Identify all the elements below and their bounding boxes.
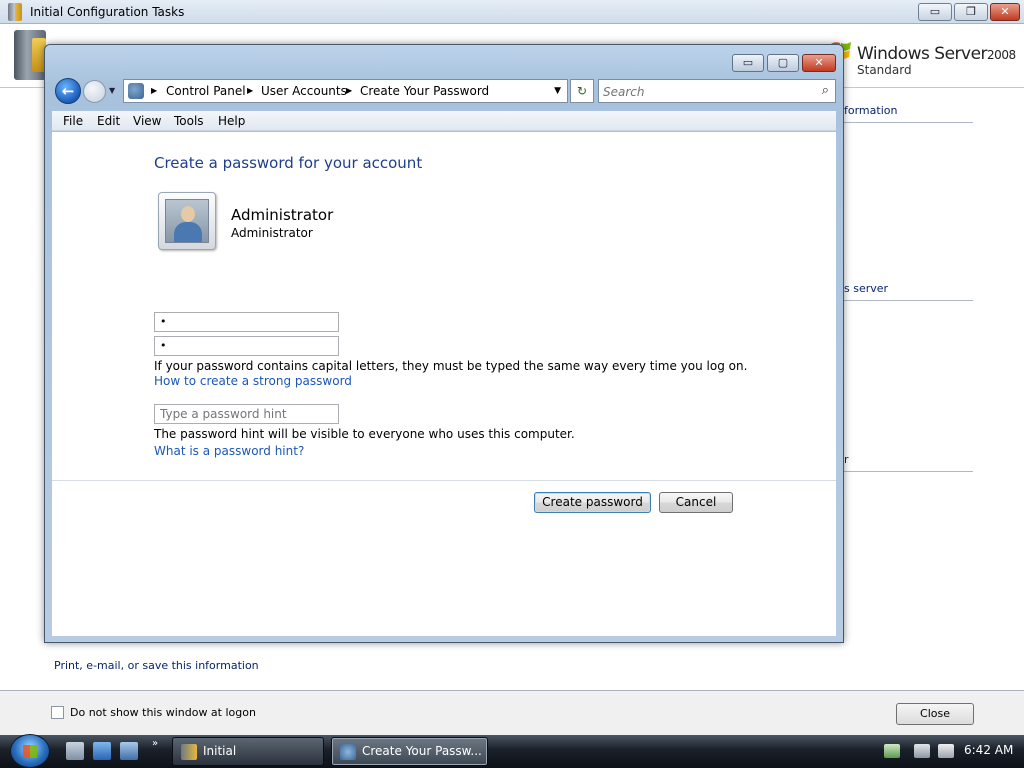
server-tasks-icon: [181, 744, 197, 760]
hint-visibility-note: The password hint will be visible to eve…: [154, 427, 575, 441]
cancel-button[interactable]: Cancel: [659, 492, 733, 513]
print-email-save-link[interactable]: Print, e-mail, or save this information: [54, 659, 259, 672]
menu-edit[interactable]: Edit: [97, 114, 120, 128]
brand-version: 2008: [987, 48, 1016, 62]
server-manager-quicklaunch-icon[interactable]: [66, 742, 84, 760]
background-close-dialog-button[interactable]: Close: [896, 703, 974, 725]
maximize-button[interactable]: ▢: [767, 54, 799, 72]
breadcrumb-separator-icon[interactable]: ▶: [151, 86, 157, 95]
breadcrumb-control-panel[interactable]: Control Panel: [166, 84, 246, 98]
menu-tools[interactable]: Tools: [174, 114, 204, 128]
create-password-button[interactable]: Create password: [534, 492, 651, 513]
avatar-body: [174, 222, 202, 242]
confirm-password-value: •: [160, 339, 167, 352]
taskbar-button-label: Create Your Passw...: [362, 744, 482, 758]
address-bar[interactable]: ▶ Control Panel ▶ User Accounts ▶ Create…: [123, 79, 568, 103]
volume-muted-icon[interactable]: [938, 744, 954, 758]
search-input[interactable]: [603, 84, 803, 100]
minimize-button[interactable]: ▭: [732, 54, 764, 72]
background-section-link-3[interactable]: r: [844, 453, 849, 466]
windows-explorer-icon[interactable]: [120, 742, 138, 760]
refresh-button[interactable]: ↻: [570, 79, 594, 103]
do-not-show-label: Do not show this window at logon: [70, 706, 256, 719]
section-divider: [844, 471, 973, 472]
do-not-show-checkbox[interactable]: [51, 706, 64, 719]
new-password-field[interactable]: •: [154, 312, 339, 332]
taskbar-button-label: Initial Configuratio...: [203, 744, 237, 758]
network-status-icon[interactable]: [884, 744, 900, 758]
user-avatar-icon: [165, 199, 209, 243]
breadcrumb-separator-icon[interactable]: ▶: [346, 86, 352, 95]
capital-letters-note: If your password contains capital letter…: [154, 359, 748, 373]
background-section-link-1[interactable]: formation: [844, 104, 897, 117]
background-minimize-button[interactable]: ▭: [918, 3, 952, 21]
button-divider: [52, 480, 836, 481]
search-icon[interactable]: ⌕: [822, 83, 829, 98]
network-connection-icon[interactable]: [914, 744, 930, 758]
account-type: Administrator: [231, 226, 313, 240]
user-accounts-icon: [128, 83, 144, 99]
menu-view[interactable]: View: [133, 114, 161, 128]
user-picture: [158, 192, 216, 250]
address-dropdown-icon[interactable]: ▼: [554, 86, 561, 96]
start-button[interactable]: [10, 734, 50, 768]
section-divider: [844, 300, 973, 301]
quicklaunch-overflow-icon[interactable]: »: [152, 738, 158, 749]
confirm-password-field[interactable]: •: [154, 336, 339, 356]
system-clock[interactable]: 6:42 AM: [964, 743, 1013, 757]
create-password-window: ▭ ▢ ✕ ← ▼ ▶ Control Panel ▶ User Account…: [44, 44, 844, 643]
back-button[interactable]: ←: [55, 78, 81, 104]
background-title-bar[interactable]: Initial Configuration Tasks ▭ ❐ ✕: [0, 0, 1024, 24]
breadcrumb-user-accounts[interactable]: User Accounts: [261, 84, 347, 98]
server-icon: [14, 30, 46, 80]
close-button[interactable]: ✕: [802, 54, 836, 72]
breadcrumb-create-your-password[interactable]: Create Your Password: [360, 84, 489, 98]
search-box[interactable]: ⌕: [598, 79, 836, 103]
strong-password-link[interactable]: How to create a strong password: [154, 374, 352, 388]
user-accounts-icon: [340, 744, 356, 760]
taskbar-button-initial-configuration[interactable]: Initial Configuratio...: [172, 737, 324, 766]
background-close-button[interactable]: ✕: [990, 3, 1020, 21]
brand-name: Windows Server: [857, 44, 988, 64]
server-tasks-icon: [8, 3, 22, 21]
password-hint-field[interactable]: [154, 404, 339, 424]
recent-pages-dropdown-icon[interactable]: ▼: [109, 86, 115, 95]
brand-edition: Standard: [857, 63, 912, 77]
menu-bar: File Edit View Tools Help: [52, 111, 836, 131]
content-pane: Create a password for your account Admin…: [52, 132, 836, 636]
password-hint-input[interactable]: [160, 407, 335, 421]
account-name: Administrator: [231, 206, 334, 224]
section-divider: [844, 122, 973, 123]
menu-help[interactable]: Help: [218, 114, 245, 128]
breadcrumb-separator-icon[interactable]: ▶: [247, 86, 253, 95]
new-password-value: •: [160, 315, 167, 328]
password-hint-help-link[interactable]: What is a password hint?: [154, 444, 304, 458]
menu-file[interactable]: File: [63, 114, 83, 128]
taskbar-button-create-password[interactable]: Create Your Passw...: [331, 737, 488, 766]
navigation-bar: ← ▼ ▶ Control Panel ▶ User Accounts ▶ Cr…: [53, 77, 837, 107]
page-title: Create a password for your account: [154, 154, 423, 172]
windows-server-brand: Windows Server2008: [857, 44, 1016, 64]
avatar-head: [181, 206, 195, 222]
background-section-link-2[interactable]: s server: [844, 282, 888, 295]
forward-button[interactable]: [83, 80, 106, 103]
background-window-title: Initial Configuration Tasks: [30, 5, 185, 19]
background-restore-button[interactable]: ❐: [954, 3, 988, 21]
show-desktop-icon[interactable]: [93, 742, 111, 760]
